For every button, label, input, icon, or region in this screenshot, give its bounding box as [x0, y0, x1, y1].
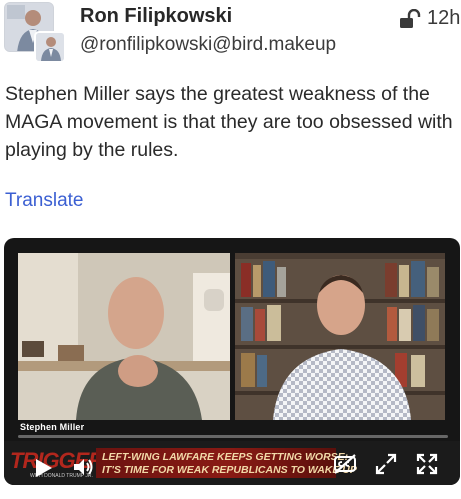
status-post: Ron Filipkowski @ronfilipkowski@bird.mak… [0, 0, 461, 499]
video-progress-bar[interactable] [18, 435, 448, 438]
fullscreen-icon[interactable] [416, 453, 438, 475]
avatar-secondary[interactable] [34, 31, 66, 63]
video-player[interactable]: Stephen Miller TRIGGERED WITH DONALD TRU… [4, 238, 460, 485]
speaker-name-label: Stephen Miller [20, 422, 85, 432]
video-panel-right [235, 253, 445, 420]
account-handle[interactable]: @ronfilipkowski@bird.makeup [80, 34, 336, 56]
play-icon[interactable] [32, 457, 54, 479]
ticker-headline-line2: IT'S TIME FOR WEAK REPUBLICANS TO WAKE U… [102, 464, 357, 476]
avatar-secondary-photo [36, 33, 64, 61]
translate-link[interactable]: Translate [5, 190, 84, 212]
video-lower-third: TRIGGERED WITH DONALD TRUMP JR. LEFT-WIN… [4, 441, 460, 485]
video-frame[interactable]: Stephen Miller TRIGGERED WITH DONALD TRU… [4, 238, 460, 485]
status-content: Stephen Miller says the greatest weaknes… [5, 83, 453, 161]
news-ticker: LEFT-WING LAWFARE KEEPS GETTING WORSE: I… [96, 448, 357, 478]
post-time[interactable]: 12h [427, 7, 460, 30]
speaker-left-image [18, 253, 230, 420]
speaker-right-image [235, 253, 445, 420]
video-panel-left [18, 253, 230, 420]
closed-captions-off-icon[interactable] [332, 453, 358, 475]
unlock-icon [400, 9, 421, 28]
volume-icon[interactable] [72, 456, 94, 478]
ticker-headline-line1: LEFT-WING LAWFARE KEEPS GETTING WORSE: [102, 451, 349, 463]
display-name[interactable]: Ron Filipkowski [80, 5, 232, 28]
picture-in-picture-icon[interactable] [375, 453, 397, 475]
